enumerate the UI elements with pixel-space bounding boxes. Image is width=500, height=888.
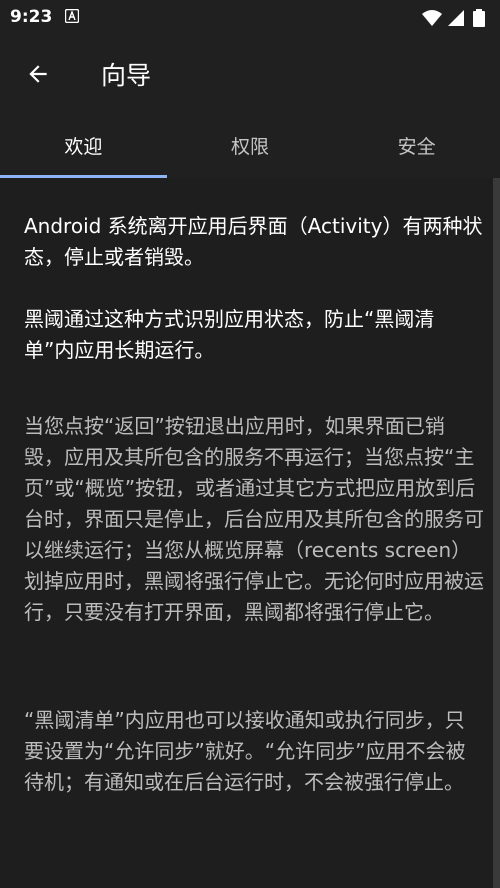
tab-welcome[interactable]: 欢迎 xyxy=(0,112,167,178)
tab-label: 安全 xyxy=(397,135,436,158)
scrollbar[interactable] xyxy=(493,178,500,888)
sync-paragraph: “黑阈清单”内应用也可以接收通知或执行同步，只要设置为“允许同步”就好。“允许同… xyxy=(24,708,466,794)
behavior-paragraph: 当您点按“返回”按钮退出应用时，如果界面已销毁，应用及其所包含的服务不再运行；当… xyxy=(24,414,484,624)
app-bar: 向导 xyxy=(0,36,500,112)
status-bar: 9:23 xyxy=(0,0,500,36)
status-icons xyxy=(422,9,485,27)
page-title: 向导 xyxy=(101,61,152,90)
intro-paragraph: Android 系统离开应用后界面（Activity）有两种状态，停止或者销毁。 xyxy=(24,214,483,269)
battery-icon xyxy=(473,9,485,27)
tab-label: 欢迎 xyxy=(64,135,103,158)
tab-permissions[interactable]: 权限 xyxy=(167,112,334,178)
tab-label: 权限 xyxy=(231,135,270,158)
back-button[interactable] xyxy=(14,50,62,98)
tab-bar: 欢迎 权限 安全 xyxy=(0,112,500,178)
tab-security[interactable]: 安全 xyxy=(333,112,500,178)
status-time: 9:23 xyxy=(10,7,53,27)
a-box-icon xyxy=(65,9,79,23)
wifi-icon xyxy=(422,10,442,26)
method-paragraph: 黑阈通过这种方式识别应用状态，防止“黑阈清单”内应用长期运行。 xyxy=(24,307,435,362)
signal-icon xyxy=(448,10,464,26)
arrow-left-icon xyxy=(29,65,47,83)
